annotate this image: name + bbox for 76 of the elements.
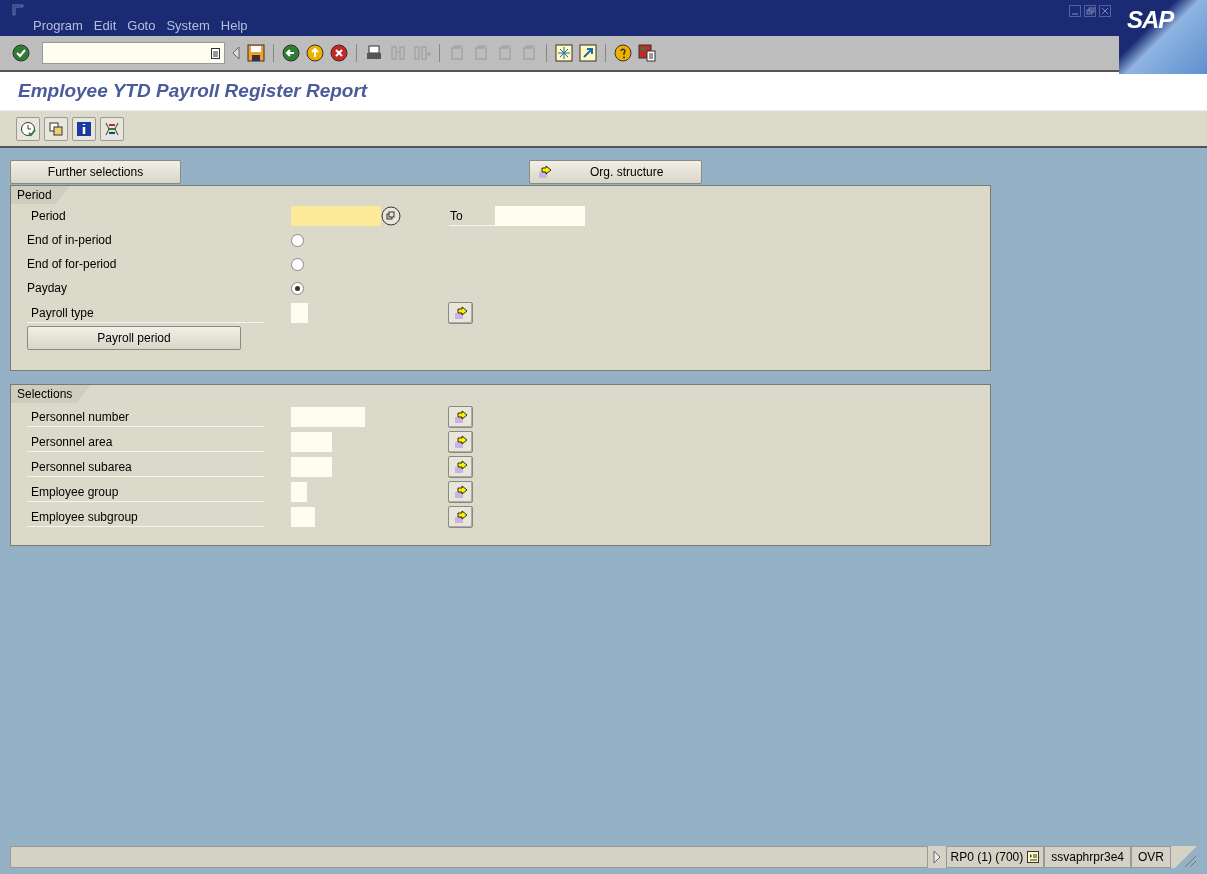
- information-icon: [76, 120, 92, 137]
- frame-title: Selections: [11, 385, 91, 403]
- sap-logo: SAP: [1119, 0, 1207, 74]
- arrow-icon: [453, 306, 468, 320]
- print-icon[interactable]: [365, 44, 383, 62]
- command-field[interactable]: [42, 42, 225, 64]
- org-structure-button[interactable]: Org. structure: [529, 160, 702, 184]
- input-field[interactable]: [291, 507, 315, 527]
- arrow-icon: [453, 435, 468, 449]
- new-session-icon[interactable]: [555, 44, 573, 62]
- arrow-icon: [538, 165, 552, 179]
- menu-item[interactable]: Goto: [127, 16, 156, 36]
- input-field[interactable]: [495, 206, 585, 226]
- color-bars-button[interactable]: [100, 116, 124, 141]
- field-label: Period: [30, 208, 67, 225]
- menu-corner-icon: [12, 4, 26, 16]
- cancel-icon[interactable]: [330, 44, 348, 62]
- field-label: Employee subgroup: [27, 507, 264, 527]
- layout-menu-icon[interactable]: [638, 44, 656, 62]
- option-label: End of in-period: [27, 232, 113, 249]
- arrow-icon: [453, 510, 468, 524]
- copy-variant-button[interactable]: [44, 116, 68, 141]
- list-icon[interactable]: [211, 47, 220, 59]
- input-field[interactable]: [291, 407, 365, 427]
- close-icon[interactable]: [1099, 5, 1111, 17]
- collapse-arrow-icon[interactable]: [231, 45, 241, 61]
- arrow-button[interactable]: [448, 406, 473, 428]
- list-icon[interactable]: [1027, 851, 1040, 863]
- field-label: Personnel area: [27, 432, 264, 452]
- color-bars-icon: [104, 120, 120, 137]
- radio-button[interactable]: [291, 281, 304, 295]
- shortcut-icon[interactable]: [579, 44, 597, 62]
- restore-icon[interactable]: [1084, 5, 1096, 17]
- copy-variant-icon: [48, 120, 64, 137]
- exit-icon[interactable]: [306, 44, 324, 62]
- arrow-button[interactable]: [448, 481, 473, 503]
- arrow-icon: [453, 485, 468, 499]
- option-label: Payday: [27, 280, 69, 297]
- arrow-button[interactable]: [448, 506, 473, 528]
- system-info-text: RP0 (1) (700): [950, 849, 1024, 866]
- checkmark-icon[interactable]: [12, 44, 30, 62]
- field-label: Employee group: [27, 482, 264, 502]
- input-field[interactable]: [291, 303, 308, 323]
- execute-clock-button[interactable]: [16, 116, 40, 141]
- frame-title: Period: [11, 186, 70, 204]
- insert-mode: OVR: [1131, 846, 1171, 868]
- menu-item[interactable]: Edit: [93, 16, 117, 36]
- arrow-icon: [453, 460, 468, 474]
- save-icon[interactable]: [247, 44, 265, 62]
- radio-button[interactable]: [291, 257, 304, 271]
- field-label: Personnel subarea: [27, 457, 264, 477]
- further-selections-button[interactable]: Further selections: [10, 160, 181, 184]
- arrow-button[interactable]: [448, 456, 473, 478]
- payroll-period-button[interactable]: Payroll period: [27, 326, 241, 350]
- input-field[interactable]: [291, 457, 332, 477]
- help-icon[interactable]: [614, 44, 632, 62]
- option-label: End of for-period: [27, 256, 118, 273]
- multiple-selection-icon[interactable]: [381, 206, 401, 226]
- menu-item[interactable]: System: [166, 16, 210, 36]
- menu-item[interactable]: Help: [220, 16, 248, 36]
- resize-grip-icon: [1171, 846, 1197, 868]
- server-name: ssvaphrpr3e4: [1044, 846, 1131, 868]
- input-field[interactable]: [291, 206, 381, 226]
- information-button[interactable]: [72, 116, 96, 141]
- menu-item[interactable]: Program: [33, 16, 83, 36]
- back-icon[interactable]: [282, 44, 300, 62]
- screen-title: Employee YTD Payroll Register Report: [18, 78, 368, 103]
- input-field[interactable]: [291, 432, 332, 452]
- field-label: Personnel number: [27, 407, 264, 427]
- radio-button[interactable]: [291, 233, 304, 247]
- input-field[interactable]: [291, 482, 307, 502]
- arrow-button[interactable]: [448, 302, 473, 324]
- field-label: Payroll type: [27, 303, 264, 323]
- arrow-button[interactable]: [448, 431, 473, 453]
- arrow-icon: [453, 410, 468, 424]
- execute-clock-icon: [20, 120, 36, 137]
